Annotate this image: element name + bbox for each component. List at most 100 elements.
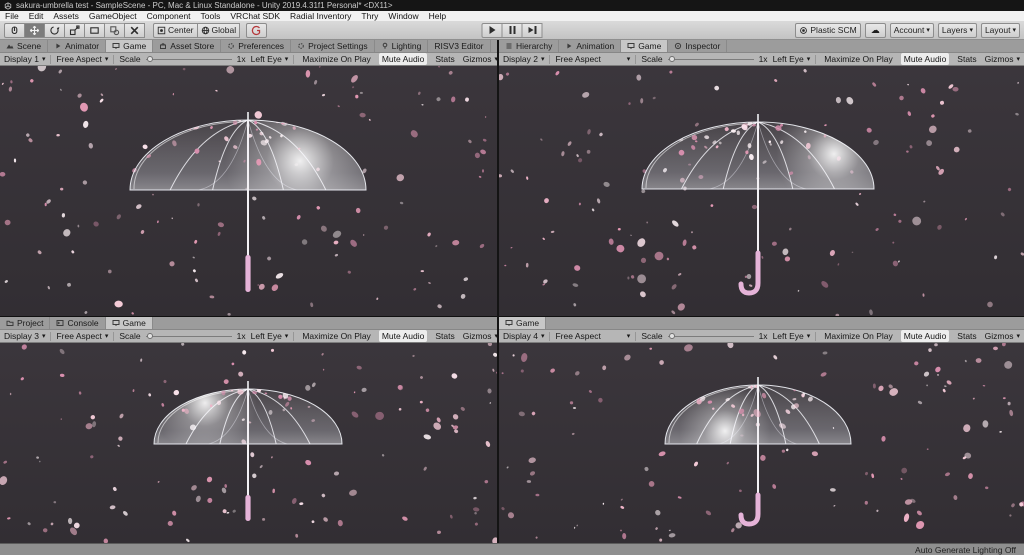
tab-animator[interactable]: Animator xyxy=(48,40,107,52)
eye-dropdown[interactable]: Left Eye ▾ xyxy=(251,53,289,65)
slider-thumb[interactable] xyxy=(668,56,675,62)
account-dropdown[interactable]: Account ▾ xyxy=(889,22,934,38)
pivot-icon xyxy=(157,26,166,34)
display-dropdown[interactable]: Display 3 ▾ xyxy=(4,330,45,342)
orientation-mode-button[interactable]: Global xyxy=(196,22,241,38)
menu-vrchat-sdk[interactable]: VRChat SDK xyxy=(225,11,285,21)
maximize-on-play-toggle[interactable]: Maximize On Play xyxy=(821,330,896,342)
aspect-dropdown[interactable]: Free Aspect ▾ xyxy=(555,53,630,65)
menu-tools[interactable]: Tools xyxy=(196,11,226,21)
scale-label: Scale xyxy=(641,54,663,64)
mute-audio-toggle[interactable]: Mute Audio xyxy=(900,53,950,65)
play-button[interactable] xyxy=(481,22,503,38)
hierarchy-icon xyxy=(506,43,512,49)
scale-tool-button[interactable] xyxy=(64,22,85,38)
menu-thry[interactable]: Thry xyxy=(356,11,383,21)
tab-animation[interactable]: Animation xyxy=(559,40,622,52)
scale-slider[interactable] xyxy=(145,332,232,341)
scale-slider[interactable] xyxy=(667,55,754,64)
pause-button[interactable] xyxy=(501,22,523,38)
game-viewport-display1[interactable] xyxy=(0,66,497,316)
slider-thumb[interactable] xyxy=(146,333,153,339)
tab-preferences[interactable]: Preferences xyxy=(221,40,292,52)
slider-thumb[interactable] xyxy=(146,56,153,62)
gizmos-dropdown[interactable]: Gizmos ▾ xyxy=(463,53,497,65)
game-viewport-display3[interactable] xyxy=(0,343,497,543)
maximize-on-play-toggle[interactable]: Maximize On Play xyxy=(299,330,374,342)
mute-audio-toggle[interactable]: Mute Audio xyxy=(378,53,428,65)
tab-game-bottom-left[interactable]: Game xyxy=(105,317,153,329)
game-icon xyxy=(112,320,120,326)
menu-assets[interactable]: Assets xyxy=(48,11,84,21)
pane-bottom-right: Game Display 4 ▾ Free Aspect ▾ Scale 1x xyxy=(499,316,1024,543)
custom-tool-button[interactable] xyxy=(124,22,145,38)
tab-asset-store[interactable]: Asset Store xyxy=(153,40,222,52)
transform-tool-button[interactable] xyxy=(104,22,125,38)
display-dropdown[interactable]: Display 1 ▾ xyxy=(4,53,45,65)
maximize-on-play-toggle[interactable]: Maximize On Play xyxy=(821,53,896,65)
tab-project[interactable]: Project xyxy=(0,317,51,329)
red-plugin-button[interactable] xyxy=(246,22,268,38)
menu-edit[interactable]: Edit xyxy=(24,11,49,21)
aspect-dropdown[interactable]: Free Aspect ▾ xyxy=(56,330,108,342)
cloud-button[interactable]: ☁ xyxy=(864,22,886,38)
scale-slider[interactable] xyxy=(145,55,232,64)
stats-toggle[interactable]: Stats xyxy=(432,330,457,342)
plastic-scm-label: Plastic SCM xyxy=(810,25,857,35)
pivot-mode-button[interactable]: Center xyxy=(153,22,198,38)
game-viewport-display4[interactable] xyxy=(499,343,1024,543)
stats-toggle[interactable]: Stats xyxy=(432,53,457,65)
slider-thumb[interactable] xyxy=(668,333,675,339)
tab-game-bottom-right[interactable]: Game xyxy=(499,317,547,329)
menu-help[interactable]: Help xyxy=(424,11,451,21)
aspect-dropdown[interactable]: Free Aspect ▾ xyxy=(555,330,630,342)
display-dropdown[interactable]: Display 2 ▾ xyxy=(503,53,544,65)
layers-dropdown[interactable]: Layers ▾ xyxy=(937,22,977,38)
hand-tool-button[interactable] xyxy=(4,22,25,38)
stats-toggle[interactable]: Stats xyxy=(954,330,979,342)
tab-risv3-editor[interactable]: RISV3 Editor xyxy=(428,40,491,52)
mute-audio-toggle[interactable]: Mute Audio xyxy=(378,330,428,342)
move-tool-button[interactable] xyxy=(24,22,45,38)
tab-game-top-right[interactable]: Game xyxy=(621,40,669,52)
gizmos-dropdown[interactable]: Gizmos ▾ xyxy=(985,53,1020,65)
gizmos-dropdown[interactable]: Gizmos ▾ xyxy=(985,330,1020,342)
stats-toggle[interactable]: Stats xyxy=(954,53,979,65)
tab-project-settings[interactable]: Project Settings xyxy=(291,40,375,52)
tab-label: Project Settings xyxy=(308,41,368,51)
step-button[interactable] xyxy=(521,22,543,38)
aspect-dropdown[interactable]: Free Aspect ▾ xyxy=(56,53,108,65)
rect-tool-button[interactable] xyxy=(84,22,105,38)
tab-game-top-left[interactable]: Game xyxy=(106,40,154,52)
auto-generate-lighting-status[interactable]: Auto Generate Lighting Off xyxy=(915,545,1016,555)
display-dropdown[interactable]: Display 4 ▾ xyxy=(503,330,544,342)
chevron-down-icon: ▾ xyxy=(104,55,109,63)
scale-slider[interactable] xyxy=(667,332,754,341)
menu-window[interactable]: Window xyxy=(383,11,423,21)
red-plugin-icon xyxy=(251,25,261,35)
maximize-on-play-toggle[interactable]: Maximize On Play xyxy=(299,53,374,65)
tab-inspector[interactable]: Inspector xyxy=(668,40,728,52)
game-viewport-display2[interactable] xyxy=(499,66,1024,316)
eye-dropdown[interactable]: Left Eye ▾ xyxy=(773,330,811,342)
menu-radial-inventory[interactable]: Radial Inventory xyxy=(285,11,356,21)
umbrella-scene-render xyxy=(499,343,1024,543)
layout-dropdown[interactable]: Layout ▾ xyxy=(980,22,1020,38)
gizmos-dropdown[interactable]: Gizmos ▾ xyxy=(463,330,497,342)
eye-dropdown[interactable]: Left Eye ▾ xyxy=(773,53,811,65)
tab-hierarchy[interactable]: Hierarchy xyxy=(499,40,560,52)
tab-console[interactable]: Console xyxy=(50,317,106,329)
tab-lighting[interactable]: Lighting xyxy=(375,40,429,52)
menu-component[interactable]: Component xyxy=(142,11,196,21)
plastic-scm-button[interactable]: Plastic SCM xyxy=(795,22,861,38)
playmode-controls xyxy=(481,22,543,38)
tab-label: RISV3 Editor xyxy=(434,41,484,51)
tab-scene[interactable]: Scene xyxy=(0,40,49,52)
menu-gameobject[interactable]: GameObject xyxy=(84,11,142,21)
gear-icon xyxy=(228,43,235,49)
eye-dropdown[interactable]: Left Eye ▾ xyxy=(251,330,289,342)
rotate-tool-button[interactable] xyxy=(44,22,65,38)
menu-file[interactable]: File xyxy=(0,11,24,21)
chevron-down-icon: ▾ xyxy=(969,26,973,34)
mute-audio-toggle[interactable]: Mute Audio xyxy=(900,330,950,342)
